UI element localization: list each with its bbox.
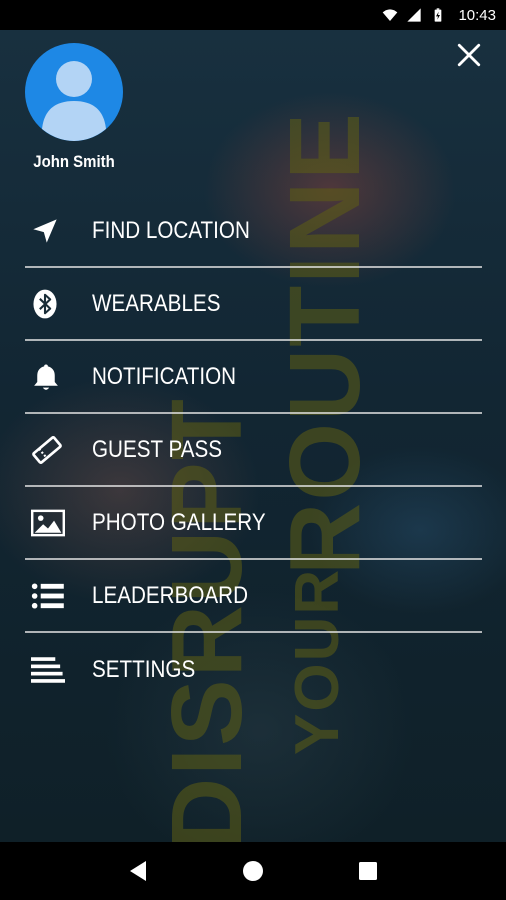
menu-item-find-location[interactable]: FIND LOCATION bbox=[25, 195, 482, 268]
menu-item-wearables[interactable]: WEARABLES bbox=[25, 268, 482, 341]
ticket-icon bbox=[32, 435, 62, 464]
menu-item-photo-gallery[interactable]: PHOTO GALLERY bbox=[25, 487, 482, 560]
text-lines-icon bbox=[31, 656, 65, 683]
battery-icon bbox=[435, 8, 442, 22]
menu-item-label: GUEST PASS bbox=[92, 435, 223, 463]
menu-item-label: SETTINGS bbox=[92, 655, 196, 683]
drawer-menu: FIND LOCATION WEARABLES NOTIFICATION GUE… bbox=[25, 195, 482, 706]
menu-item-notification[interactable]: NOTIFICATION bbox=[25, 341, 482, 414]
user-name: John Smith bbox=[33, 152, 115, 171]
menu-item-settings[interactable]: SETTINGS bbox=[25, 633, 482, 706]
back-icon bbox=[129, 861, 146, 881]
cellular-signal-icon bbox=[407, 8, 422, 22]
back-button[interactable] bbox=[118, 851, 158, 891]
close-button[interactable] bbox=[454, 40, 484, 70]
home-icon bbox=[242, 861, 263, 881]
wifi-icon bbox=[383, 9, 398, 21]
status-bar: 10:43 bbox=[0, 0, 506, 30]
menu-item-label: PHOTO GALLERY bbox=[92, 508, 266, 536]
menu-item-label: LEADERBOARD bbox=[92, 581, 248, 609]
navigation-arrow-icon bbox=[33, 218, 57, 243]
menu-item-label: NOTIFICATION bbox=[92, 362, 237, 390]
menu-item-label: WEARABLES bbox=[92, 289, 221, 317]
system-nav-bar bbox=[0, 842, 506, 900]
person-icon bbox=[42, 61, 106, 141]
menu-item-leaderboard[interactable]: LEADERBOARD bbox=[25, 560, 482, 633]
bell-icon bbox=[34, 364, 58, 390]
close-icon bbox=[457, 43, 481, 67]
bluetooth-icon bbox=[33, 289, 57, 318]
status-time: 10:43 bbox=[458, 6, 496, 24]
recents-button[interactable] bbox=[348, 851, 388, 891]
image-icon bbox=[31, 509, 65, 536]
avatar[interactable] bbox=[25, 43, 123, 141]
list-icon bbox=[31, 582, 64, 609]
recents-icon bbox=[359, 862, 378, 880]
menu-item-label: FIND LOCATION bbox=[92, 216, 250, 244]
navigation-drawer: DISRUPT YOUR ROUTINE John Smith FIND LOC… bbox=[0, 30, 506, 842]
home-button[interactable] bbox=[233, 851, 273, 891]
menu-item-guest-pass[interactable]: GUEST PASS bbox=[25, 414, 482, 487]
